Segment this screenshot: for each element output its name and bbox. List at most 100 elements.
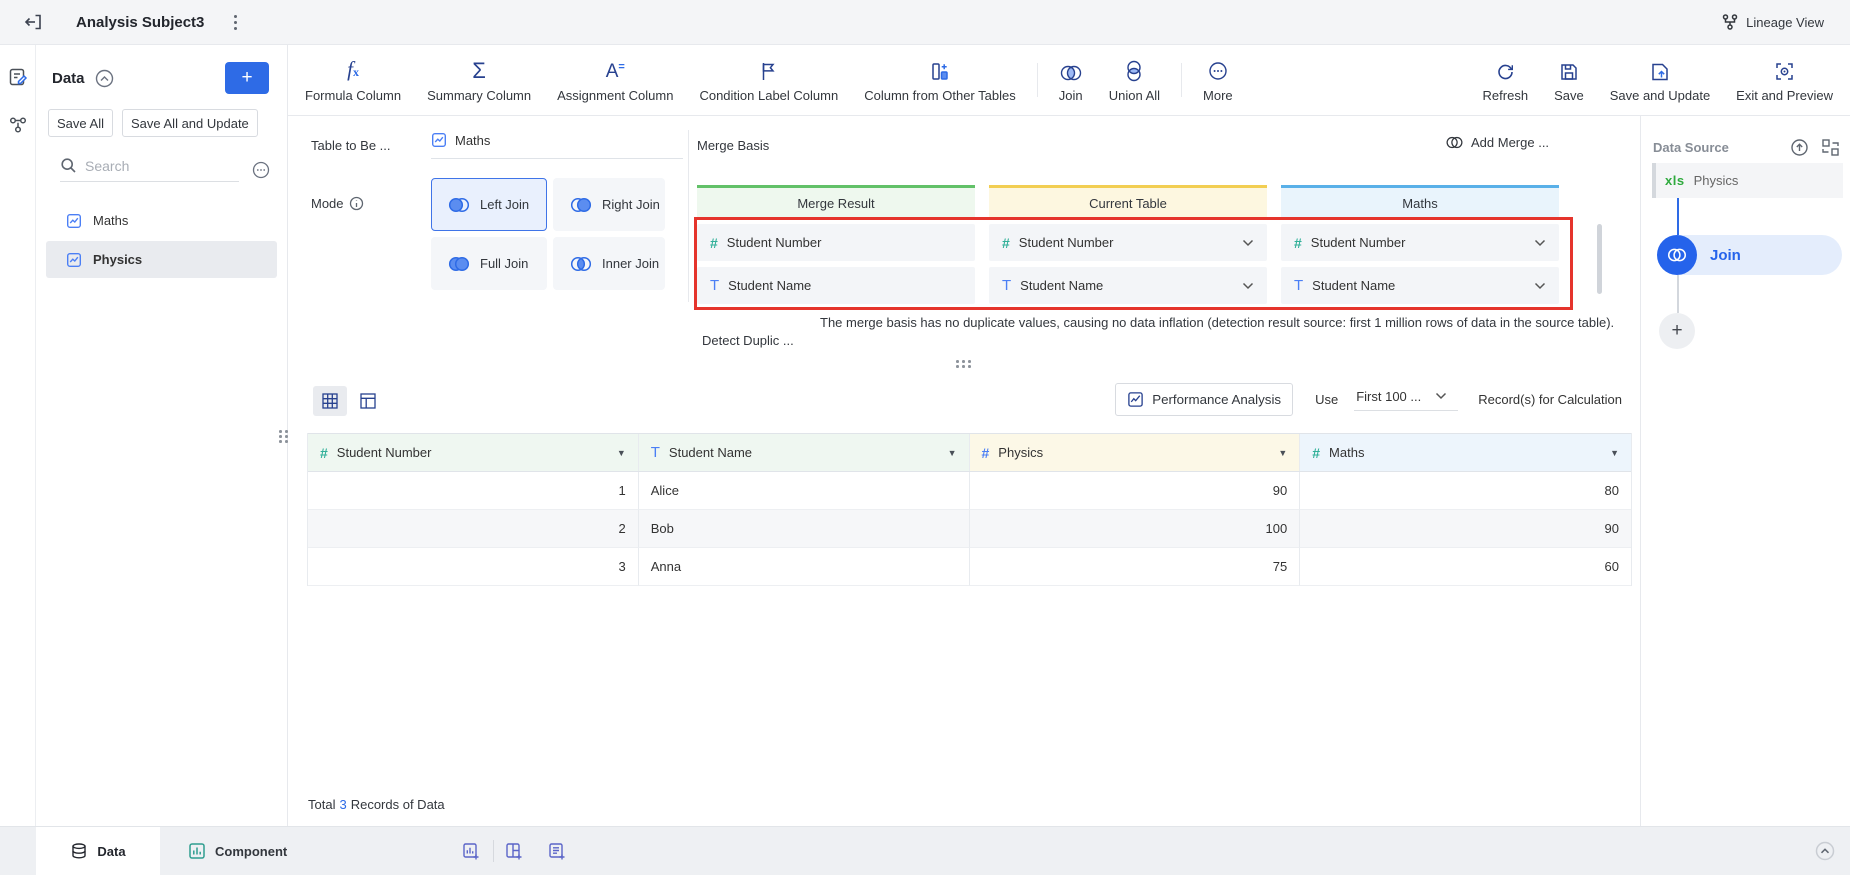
current-table-field-student-number[interactable]: # Student Number (989, 224, 1267, 261)
exit-and-preview-button[interactable]: Exit and Preview (1723, 58, 1846, 103)
header-student-number[interactable]: # Student Number ▼ (308, 434, 639, 471)
list-add-icon[interactable] (548, 842, 567, 861)
chevron-down-icon[interactable] (1534, 282, 1546, 290)
filter-triangle-icon[interactable]: ▼ (948, 448, 957, 458)
header-student-name[interactable]: T Student Name ▼ (638, 434, 970, 471)
chart-add-icon[interactable] (462, 842, 481, 861)
maths-column: Maths # Student Number T Student Name (1281, 185, 1559, 304)
search-box (60, 157, 239, 182)
use-label: Use (1315, 392, 1339, 407)
total-count: 3 (339, 797, 347, 812)
table-body: 1 Alice 90 80 2 Bob 100 90 3 Anna 75 60 (308, 472, 1631, 586)
records-for-calculation-label: Record(s) for Calculation (1478, 392, 1622, 407)
performance-analysis-button[interactable]: Performance Analysis (1115, 383, 1294, 416)
chevron-down-icon[interactable] (1534, 239, 1546, 247)
save-button[interactable]: Save (1541, 58, 1597, 103)
sidebar-item-physics[interactable]: Physics (46, 241, 277, 278)
formula-column-button[interactable]: fx Formula Column (292, 57, 414, 103)
add-step-button[interactable]: + (1659, 313, 1695, 349)
union-all-button[interactable]: Union All (1096, 58, 1173, 103)
text-field-icon: T (1002, 277, 1012, 294)
lineage-view-button[interactable]: Lineage View (1721, 13, 1824, 31)
data-source-header-icons (1790, 138, 1840, 157)
header-maths[interactable]: # Maths ▼ (1300, 434, 1631, 471)
save-icon (1559, 58, 1579, 82)
merge-result-field-student-name[interactable]: T Student Name (697, 267, 975, 304)
inner-join-button[interactable]: Inner Join (553, 237, 665, 290)
current-table-field-student-name[interactable]: T Student Name (989, 267, 1267, 304)
sigma-icon: Σ (472, 57, 486, 83)
ellipsis-circle-icon[interactable] (251, 160, 271, 180)
vertical-resize-handle[interactable] (279, 430, 289, 444)
performance-icon (1127, 391, 1144, 408)
column-from-other-tables-button[interactable]: Column from Other Tables (851, 58, 1029, 103)
info-icon[interactable] (349, 196, 364, 211)
edit-toolbar: fx Formula Column Σ Summary Column A= As… (288, 45, 1850, 116)
full-join-button[interactable]: Full Join (431, 237, 547, 290)
filter-triangle-icon[interactable]: ▼ (617, 448, 626, 458)
left-join-button[interactable]: Left Join (431, 178, 547, 231)
add-table-button[interactable]: + (225, 62, 269, 94)
refresh-button[interactable]: Refresh (1470, 58, 1542, 103)
view-toggle-group (313, 386, 385, 416)
more-button[interactable]: More (1190, 58, 1246, 103)
update-circle-icon[interactable] (1790, 138, 1809, 157)
data-table: # Student Number ▼ T Student Name ▼ # Ph… (307, 433, 1632, 586)
toolbar-separator (1036, 63, 1038, 97)
table-file-icon (66, 213, 82, 229)
collapse-all-icon[interactable] (94, 68, 115, 89)
right-join-button[interactable]: Right Join (553, 178, 665, 231)
left-join-icon (447, 196, 471, 214)
swap-layout-icon[interactable] (1821, 138, 1840, 157)
table-row: 2 Bob 100 90 (308, 510, 1631, 548)
text-field-icon: T (710, 277, 720, 294)
records-count-select[interactable]: First 100 ... (1354, 389, 1459, 411)
filter-triangle-icon[interactable]: ▼ (1610, 448, 1619, 458)
cell-maths: 80 (1300, 472, 1631, 510)
xls-icon: xls (1665, 173, 1685, 188)
save-and-update-button[interactable]: Save and Update (1597, 58, 1723, 103)
edit-note-icon[interactable] (8, 67, 28, 87)
filter-triangle-icon[interactable]: ▼ (1278, 448, 1287, 458)
horizontal-resize-handle[interactable] (956, 360, 972, 369)
merge-scrollbar[interactable] (1597, 224, 1602, 294)
cell-maths: 90 (1300, 510, 1631, 548)
header-physics[interactable]: # Physics ▼ (969, 434, 1301, 471)
flow-connector-gray (1677, 275, 1679, 313)
form-view-button[interactable] (351, 386, 385, 416)
sidebar-item-maths[interactable]: Maths (46, 202, 277, 239)
maths-field-student-number[interactable]: # Student Number (1281, 224, 1559, 261)
join-node[interactable]: Join (1657, 235, 1842, 275)
add-merge-button[interactable]: Add Merge ... (1445, 135, 1549, 150)
chevron-down-icon[interactable] (1242, 282, 1254, 290)
chevron-down-icon[interactable] (1242, 239, 1254, 247)
merge-result-field-student-number[interactable]: # Student Number (697, 224, 975, 261)
save-all-update-button[interactable]: Save All and Update (121, 109, 258, 137)
data-flow-icon[interactable] (8, 115, 28, 135)
grid-view-button[interactable] (313, 386, 347, 416)
condition-label-column-button[interactable]: Condition Label Column (686, 58, 851, 103)
exit-back-icon[interactable] (22, 11, 44, 33)
summary-column-button[interactable]: Σ Summary Column (414, 58, 544, 103)
save-all-button[interactable]: Save All (48, 109, 113, 137)
bottom-bar: Data Component (0, 826, 1850, 875)
lineage-label: Lineage View (1746, 14, 1824, 30)
table-to-be-value[interactable]: Maths (431, 132, 683, 159)
collapse-panel-icon[interactable] (1814, 840, 1836, 862)
cell-student-name: Bob (638, 510, 970, 548)
cell-physics: 75 (969, 548, 1301, 586)
hash-icon: # (1312, 444, 1321, 461)
kebab-menu-icon[interactable] (234, 14, 238, 30)
tab-data[interactable]: Data (36, 827, 160, 875)
sidebar-item-label: Maths (93, 213, 129, 228)
tab-component[interactable]: Component (160, 827, 380, 875)
assignment-column-button[interactable]: A= Assignment Column (544, 58, 686, 103)
top-bar: Analysis Subject3 Lineage View (0, 0, 1850, 45)
mode-label-row: Mode (311, 196, 364, 211)
maths-field-student-name[interactable]: T Student Name (1281, 267, 1559, 304)
join-button[interactable]: Join (1046, 58, 1096, 103)
more-ellipsis-icon (1207, 58, 1229, 82)
layout-add-icon[interactable] (505, 842, 524, 861)
source-node-physics[interactable]: xls Physics (1652, 163, 1843, 198)
search-input[interactable] (85, 157, 195, 174)
